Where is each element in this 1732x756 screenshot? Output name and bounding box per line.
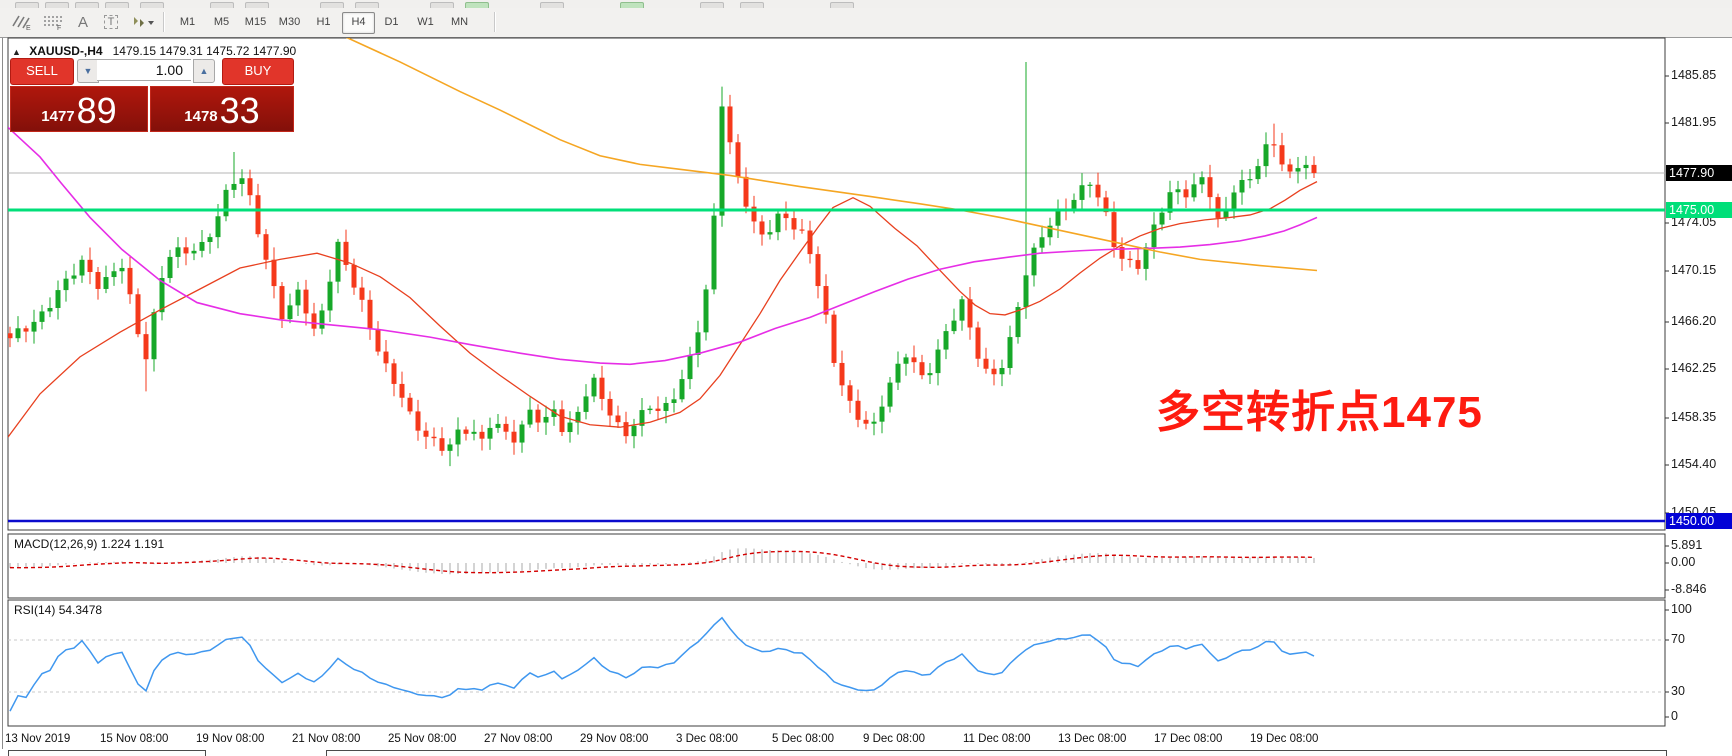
- rsi-label: RSI(14) 54.3478: [14, 603, 102, 617]
- bottom-tabs-partial: [0, 749, 1732, 756]
- time-axis-label: 17 Dec 08:00: [1154, 733, 1222, 745]
- time-axis-label: 15 Nov 08:00: [100, 733, 168, 745]
- price-tick-label: 1462.25: [1671, 361, 1716, 375]
- rsi-axis-label: 0: [1671, 709, 1678, 723]
- volume-input[interactable]: [97, 59, 191, 81]
- price-tick-label: 1466.20: [1671, 314, 1716, 328]
- ohlc-low: 1475.72: [206, 44, 249, 58]
- mt4-window: E F A T M1M5M15M30H1H4D1W1MN: [0, 0, 1732, 756]
- macd-axis-label: 5.891: [1671, 538, 1702, 552]
- price-badge: 1475.00: [1666, 202, 1732, 218]
- price-tick-label: 1481.95: [1671, 115, 1716, 129]
- time-axis-label: 13 Nov 2019: [5, 733, 70, 745]
- buy-price-big: 33: [220, 93, 260, 129]
- symbol-info: ▲ XAUUSD-,H4 1479.15 1479.31 1475.72 147…: [12, 44, 296, 58]
- macd-label: MACD(12,26,9) 1.224 1.191: [14, 537, 164, 551]
- volume-decrease-button[interactable]: ▼: [77, 59, 99, 83]
- one-click-trading-panel: SELL ▼ ▲ BUY 1477 89 1478 33: [8, 58, 294, 130]
- price-tick-label: 1485.85: [1671, 68, 1716, 82]
- rsi-axis-label: 70: [1671, 632, 1685, 646]
- window-left-border: [2, 38, 3, 750]
- time-axis-label: 25 Nov 08:00: [388, 733, 456, 745]
- ohlc-open: 1479.15: [113, 44, 156, 58]
- time-axis-label: 3 Dec 08:00: [676, 733, 738, 745]
- time-axis-label: 19 Nov 08:00: [196, 733, 264, 745]
- bottom-tab-partial[interactable]: [8, 750, 206, 756]
- price-tick-label: 1454.40: [1671, 457, 1716, 471]
- time-axis-label: 5 Dec 08:00: [772, 733, 834, 745]
- buy-price-small: 1478: [184, 108, 217, 125]
- ohlc-close: 1477.90: [253, 44, 296, 58]
- price-badge: 1477.90: [1666, 165, 1732, 181]
- buy-price-box[interactable]: 1478 33: [150, 86, 294, 132]
- price-badge: 1450.00: [1666, 513, 1732, 529]
- volume-increase-button[interactable]: ▲: [193, 59, 215, 83]
- time-axis-label: 21 Nov 08:00: [292, 733, 360, 745]
- time-axis-label: 11 Dec 08:00: [963, 733, 1031, 745]
- bottom-tab-partial[interactable]: [326, 750, 1667, 756]
- collapse-triangle-icon[interactable]: ▲: [12, 47, 21, 57]
- macd-axis-label: -8.846: [1671, 582, 1706, 596]
- price-tick-label: 1458.35: [1671, 410, 1716, 424]
- time-axis-label: 9 Dec 08:00: [863, 733, 925, 745]
- time-axis-label: 13 Dec 08:00: [1058, 733, 1126, 745]
- buy-button[interactable]: BUY: [222, 58, 294, 85]
- time-axis-label: 19 Dec 08:00: [1250, 733, 1318, 745]
- symbol-name: XAUUSD-,H4: [29, 44, 102, 58]
- rsi-axis-label: 30: [1671, 684, 1685, 698]
- rsi-axis-label: 100: [1671, 602, 1692, 616]
- time-axis-label: 27 Nov 08:00: [484, 733, 552, 745]
- price-tick-label: 1470.15: [1671, 263, 1716, 277]
- sell-button[interactable]: SELL: [10, 58, 74, 85]
- ohlc-high: 1479.31: [159, 44, 202, 58]
- sell-price-big: 89: [77, 93, 117, 129]
- sell-price-box[interactable]: 1477 89: [10, 86, 148, 132]
- macd-axis-label: 0.00: [1671, 555, 1695, 569]
- sell-price-small: 1477: [41, 108, 74, 125]
- chart-annotation: 多空转折点1475: [1156, 376, 1483, 440]
- time-axis-label: 29 Nov 08:00: [580, 733, 648, 745]
